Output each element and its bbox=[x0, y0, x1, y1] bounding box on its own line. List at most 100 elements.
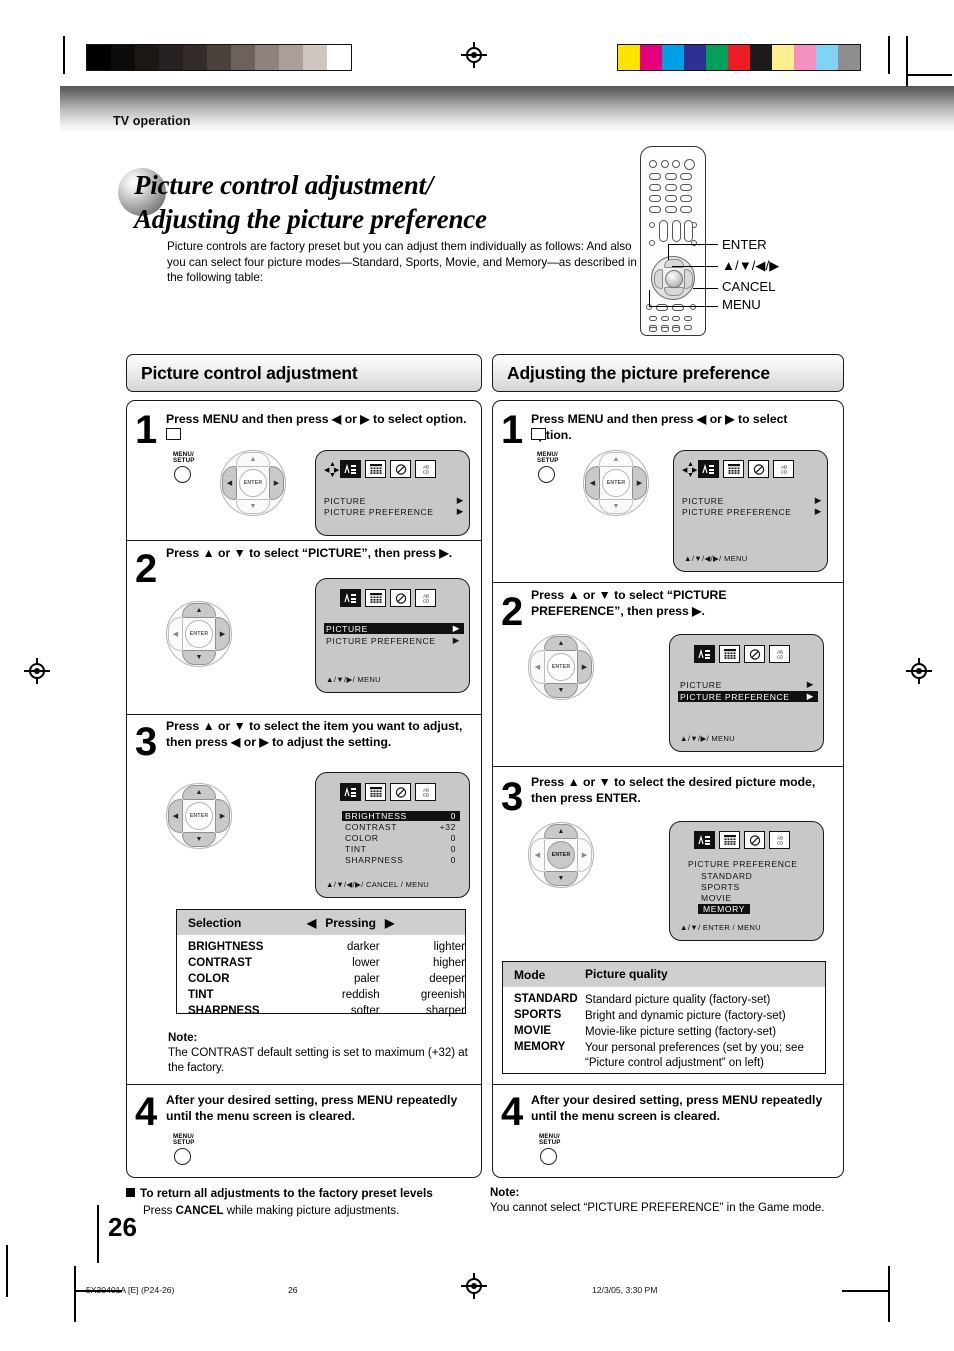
tuner-grid-icon[interactable] bbox=[723, 460, 744, 478]
block-lock-icon[interactable] bbox=[748, 460, 769, 478]
color-calibration-bar bbox=[617, 44, 861, 71]
block-lock-icon[interactable] bbox=[390, 589, 411, 607]
picture-icon[interactable] bbox=[694, 831, 715, 849]
color-swatch-9 bbox=[816, 45, 838, 70]
right-sep-3 bbox=[493, 1084, 843, 1086]
left-step3-osd-row-4[interactable]: SHARPNESS 0 bbox=[342, 855, 460, 865]
color-swatch-0 bbox=[618, 45, 640, 70]
right-step1-dpad[interactable]: ▲ ▼ ◀ ▶ ENTER bbox=[583, 450, 649, 516]
mode-picture-quality-table: Mode Picture quality STANDARD Standard p… bbox=[502, 961, 826, 1074]
tuner-grid-icon[interactable] bbox=[719, 645, 740, 663]
greyscale-swatch-0 bbox=[87, 45, 111, 70]
left-step3-osd-row-3[interactable]: TINT 0 bbox=[342, 844, 460, 854]
left-step1-dpad-up[interactable]: ▲ bbox=[236, 452, 270, 467]
right-step2-osd-row-0[interactable]: PICTURE ▶ bbox=[678, 679, 818, 690]
right-step3-dpad-left[interactable]: ◀ bbox=[530, 838, 545, 872]
tuner-grid-icon[interactable] bbox=[365, 460, 386, 478]
right-step2-osd-row-1[interactable]: PICTURE PREFERENCE ▶ bbox=[678, 691, 818, 702]
left-step3-osd-row-2[interactable]: COLOR 0 bbox=[342, 833, 460, 843]
left-step1-dpad[interactable]: ▲ ▼ ◀ ▶ ENTER bbox=[220, 450, 286, 516]
picture-icon[interactable] bbox=[340, 460, 361, 478]
right-step3-dpad-up[interactable]: ▲ bbox=[544, 824, 578, 839]
left-step2-dpad-up[interactable]: ▲ bbox=[182, 603, 216, 618]
crop-mark-bottom-right-v bbox=[888, 1266, 890, 1322]
picture-icon[interactable] bbox=[694, 645, 715, 663]
left-step4-menu-circle[interactable] bbox=[174, 1148, 191, 1165]
right-step3-osd-row-1[interactable]: SPORTS bbox=[698, 882, 743, 892]
left-step2-osd-row-1[interactable]: PICTURE PREFERENCE ▶ bbox=[324, 635, 464, 646]
block-lock-icon[interactable] bbox=[390, 783, 411, 801]
right-step3-number: 3 bbox=[501, 775, 524, 819]
right-step2-dpad-enter[interactable]: ENTER bbox=[547, 653, 575, 681]
page-title-line2: Adjusting the picture preference bbox=[134, 204, 487, 234]
left-step1-menu-circle[interactable] bbox=[174, 466, 191, 483]
left-step2-dpad-left[interactable]: ◀ bbox=[168, 617, 183, 651]
left-step3-dpad-up[interactable]: ▲ bbox=[182, 785, 216, 800]
closed-caption-icon[interactable]: AB CD bbox=[773, 460, 794, 478]
greyscale-swatch-10 bbox=[327, 45, 351, 70]
selection-name: CONTRAST bbox=[188, 957, 252, 969]
left-step2-osd-row-0[interactable]: PICTURE ▶ bbox=[324, 623, 464, 634]
picture-icon[interactable] bbox=[698, 460, 719, 478]
remote-dpad-right bbox=[684, 269, 693, 289]
left-step3-osd-row-1[interactable]: CONTRAST +32 bbox=[342, 822, 460, 832]
left-step4-instruction: After your desired setting, press MENU r… bbox=[166, 1093, 458, 1123]
right-step4-menu-circle[interactable] bbox=[540, 1148, 557, 1165]
left-step4-menu-setup-button[interactable]: MENU/ SETUP bbox=[172, 1133, 206, 1168]
closed-caption-icon[interactable]: AB CD bbox=[415, 783, 436, 801]
crop-mark-bottom-left-v2 bbox=[74, 1266, 76, 1322]
closed-caption-icon[interactable]: AB CD bbox=[769, 645, 790, 663]
closed-caption-icon[interactable]: AB CD bbox=[415, 460, 436, 478]
right-step4-menu-setup-button[interactable]: MENU/ SETUP bbox=[538, 1133, 572, 1168]
right-step3-osd-row-0[interactable]: STANDARD bbox=[698, 871, 755, 881]
right-step2-dpad[interactable]: ▲ ▼ ◀ ▶ ENTER bbox=[528, 634, 594, 700]
closed-caption-icon[interactable]: AB CD bbox=[415, 589, 436, 607]
right-step2-dpad-left[interactable]: ◀ bbox=[530, 650, 545, 684]
tuner-grid-icon[interactable] bbox=[365, 783, 386, 801]
right-step3-osd-row-3[interactable]: MEMORY bbox=[698, 904, 751, 914]
crop-mark-top-right-v2 bbox=[906, 36, 908, 86]
right-step3-dpad[interactable]: ▲ ▼ ◀ ▶ ENTER bbox=[528, 822, 594, 888]
picture-icon[interactable] bbox=[340, 589, 361, 607]
left-step4-number: 4 bbox=[135, 1090, 158, 1134]
page-number: 26 bbox=[108, 1212, 137, 1242]
block-lock-icon[interactable] bbox=[744, 831, 765, 849]
left-step1-osd-row-0[interactable]: PICTURE ▶ bbox=[324, 495, 464, 506]
right-step3-instruction: Press ▲ or ▼ to select the desired pictu… bbox=[531, 775, 816, 805]
left-step1-menu-setup-button[interactable]: MENU/ SETUP bbox=[172, 451, 206, 486]
tuner-grid-icon[interactable] bbox=[365, 589, 386, 607]
left-step1-dpad-enter[interactable]: ENTER bbox=[239, 469, 267, 497]
right-step2-dpad-up[interactable]: ▲ bbox=[544, 636, 578, 651]
right-step1-osd-row-0[interactable]: PICTURE ▶ bbox=[682, 495, 822, 506]
left-step1-osd-row-1[interactable]: PICTURE PREFERENCE ▶ bbox=[324, 506, 464, 517]
right-step1-osd-row-1[interactable]: PICTURE PREFERENCE ▶ bbox=[682, 506, 822, 517]
right-step1-menu-circle[interactable] bbox=[538, 466, 555, 483]
right-step1-menu-setup-button[interactable]: MENU/ SETUP bbox=[536, 451, 570, 486]
left-step3-osd-row-0[interactable]: BRIGHTNESS 0 bbox=[342, 811, 460, 821]
right-footer-note-body: You cannot select “PICTURE PREFERENCE” i… bbox=[490, 1202, 825, 1214]
block-lock-icon[interactable] bbox=[390, 460, 411, 478]
right-step1-dpad-up[interactable]: ▲ bbox=[599, 452, 633, 467]
leader-menu-line bbox=[649, 306, 718, 308]
section-label: TV operation bbox=[113, 114, 191, 128]
left-step2-dpad[interactable]: ▲ ▼ ◀ ▶ ENTER bbox=[166, 601, 232, 667]
right-step1-dpad-enter[interactable]: ENTER bbox=[602, 469, 630, 497]
closed-caption-icon[interactable]: AB CD bbox=[769, 831, 790, 849]
left-step3-dpad[interactable]: ▲ ▼ ◀ ▶ ENTER bbox=[166, 783, 232, 849]
right-step1-dpad-left[interactable]: ◀ bbox=[585, 466, 600, 500]
color-swatch-2 bbox=[662, 45, 684, 70]
crop-mark-bottom-right-h bbox=[842, 1290, 890, 1292]
svg-text:CD: CD bbox=[422, 598, 428, 603]
crop-mark-bottom-left-v bbox=[6, 1245, 8, 1297]
tuner-grid-icon[interactable] bbox=[719, 831, 740, 849]
left-step1-dpad-left[interactable]: ◀ bbox=[222, 466, 237, 500]
right-step3-dpad-enter[interactable]: ENTER bbox=[547, 841, 575, 869]
block-lock-icon[interactable] bbox=[744, 645, 765, 663]
right-step3-osd-row-2[interactable]: MOVIE bbox=[698, 893, 735, 903]
picture-icon[interactable] bbox=[340, 783, 361, 801]
left-step3-instruction: Press ▲ or ▼ to select the item you want… bbox=[166, 719, 463, 749]
left-step3-dpad-enter[interactable]: ENTER bbox=[185, 802, 213, 830]
leader-menu-vertical bbox=[649, 290, 651, 306]
left-step3-dpad-left[interactable]: ◀ bbox=[168, 799, 183, 833]
left-step2-dpad-enter[interactable]: ENTER bbox=[185, 620, 213, 648]
